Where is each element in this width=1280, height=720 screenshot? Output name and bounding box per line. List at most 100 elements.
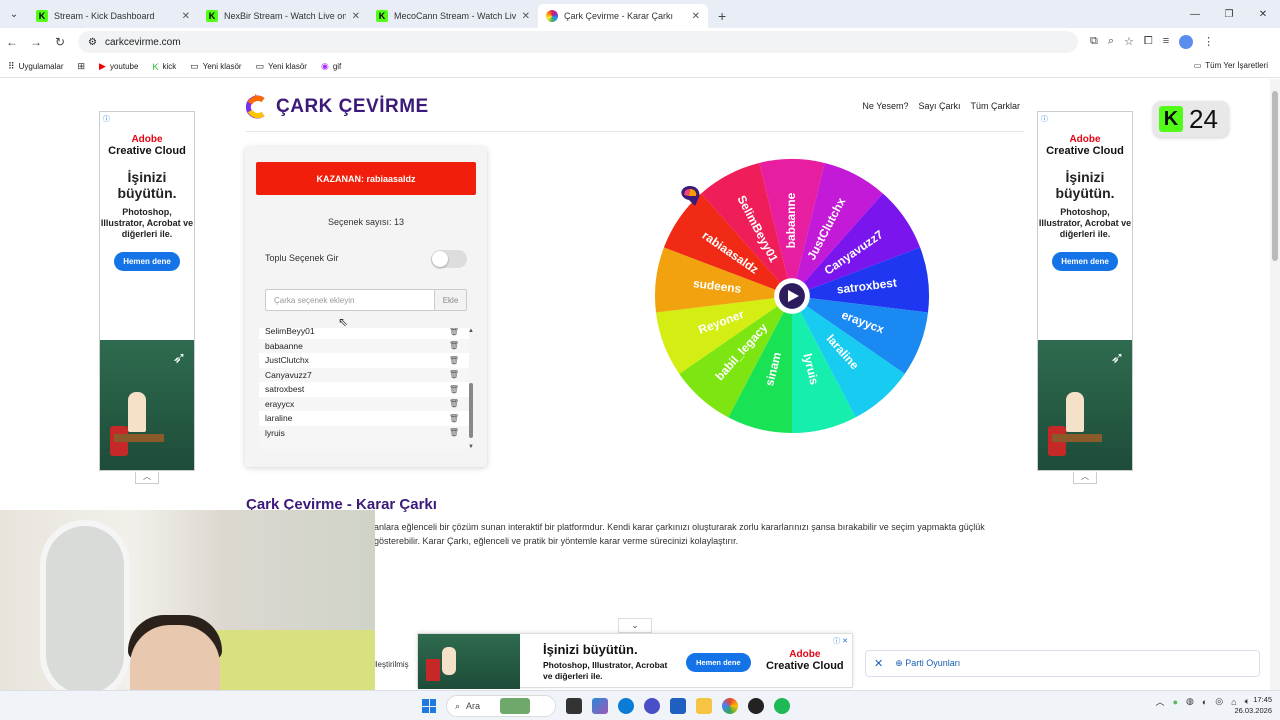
url-field[interactable]: ⚙ carkcevirme.com bbox=[78, 31, 1078, 53]
site-logo[interactable]: ÇARK ÇEVİRME bbox=[246, 94, 429, 120]
add-option-input[interactable] bbox=[265, 289, 435, 311]
nav-ne-yesem[interactable]: Ne Yesem? bbox=[862, 101, 908, 111]
nav-sayi-carki[interactable]: Sayı Çarkı bbox=[918, 101, 960, 111]
sticky-bottom-ad[interactable]: İşinizi büyütün. Photoshop, Illustrator,… bbox=[417, 633, 853, 689]
task-view-icon[interactable] bbox=[566, 698, 582, 714]
new-tab-button[interactable]: + bbox=[718, 8, 726, 24]
widgets-icon[interactable] bbox=[592, 698, 608, 714]
option-row: erayycx 🗑︎ bbox=[259, 397, 469, 412]
tray-app-icon[interactable]: ● bbox=[1173, 697, 1178, 707]
option-label: laraline bbox=[265, 413, 293, 424]
delete-option-icon[interactable]: 🗑︎ bbox=[449, 328, 459, 336]
install-icon[interactable]: ⧉ bbox=[1090, 35, 1098, 49]
bookmark-folder-2[interactable]: ▭ Yeni klasör bbox=[256, 61, 307, 72]
page-scroll-thumb[interactable] bbox=[1272, 91, 1278, 261]
delete-option-icon[interactable]: 🗑︎ bbox=[449, 356, 459, 365]
tray-app-icon[interactable]: ◍ bbox=[1186, 696, 1194, 707]
store-icon[interactable] bbox=[670, 698, 686, 714]
minimize-icon[interactable]: — bbox=[1178, 9, 1212, 20]
tab-kick-dashboard[interactable]: K Stream - Kick Dashboard ✕ bbox=[28, 4, 198, 28]
spotify-icon[interactable] bbox=[774, 698, 790, 714]
option-row: lyruis 🗑︎ bbox=[259, 426, 469, 441]
chrome-icon[interactable] bbox=[722, 698, 738, 714]
wheel-icon bbox=[546, 10, 558, 22]
tab-nexbir[interactable]: K NexBir Stream - Watch Live on ✕ bbox=[198, 4, 368, 28]
tray-app-icon[interactable]: ◐ bbox=[1202, 697, 1207, 707]
right-ad-banner[interactable]: ⓘ Adobe Creative Cloud İşinizi büyütün. … bbox=[1037, 111, 1133, 471]
extensions-icon[interactable]: ⧠ bbox=[1144, 35, 1153, 49]
search-icon: ⌕ bbox=[455, 700, 461, 711]
youtube-icon: ▶ bbox=[99, 61, 106, 71]
forward-icon[interactable]: → bbox=[24, 35, 48, 49]
zoom-icon[interactable]: ⌕ bbox=[1108, 35, 1114, 49]
ad-info-icon[interactable]: ⓘ bbox=[103, 114, 110, 124]
edge-icon[interactable] bbox=[618, 698, 634, 714]
option-list-scrollbar[interactable]: ▲ ▼ bbox=[467, 328, 475, 450]
close-icon[interactable]: ✕ bbox=[182, 11, 190, 22]
chevron-up-icon[interactable]: ︿ bbox=[1156, 695, 1165, 708]
tab-cark-cevirme[interactable]: Çark Çevirme - Karar Çarkı ✕ bbox=[538, 4, 708, 28]
delete-option-icon[interactable]: 🗑︎ bbox=[449, 341, 459, 350]
bookmark-gif[interactable]: ◉ gif bbox=[321, 61, 341, 72]
tab-search-icon[interactable]: ⌄ bbox=[0, 0, 28, 28]
menu-icon[interactable]: ⋮ bbox=[1203, 35, 1214, 49]
table-shape bbox=[1052, 434, 1102, 442]
sticky-ad-toggle[interactable]: ⌄ bbox=[618, 618, 652, 633]
bulk-entry-toggle[interactable] bbox=[431, 250, 467, 268]
collapse-ad-button[interactable]: ︿ bbox=[135, 472, 159, 484]
delete-option-icon[interactable]: 🗑︎ bbox=[449, 370, 459, 379]
site-info-icon[interactable]: ⚙ bbox=[88, 37, 97, 48]
scroll-up-icon[interactable]: ▲ bbox=[467, 328, 475, 334]
delete-option-icon[interactable]: 🗑︎ bbox=[449, 399, 459, 408]
all-bookmarks[interactable]: ▭ Tüm Yer İşaretleri bbox=[1194, 61, 1268, 70]
ad-product: Creative Cloud bbox=[108, 145, 186, 157]
window-close-icon[interactable]: ✕ bbox=[1246, 9, 1280, 20]
address-bar: ← → ↻ ⚙ carkcevirme.com ⧉ ⌕ ☆ ⧠ ≡ ⋮ bbox=[0, 28, 1280, 56]
mouse-cursor-icon: ⇖ bbox=[338, 315, 349, 329]
file-explorer-icon[interactable] bbox=[696, 698, 712, 714]
chair-shape bbox=[426, 659, 440, 681]
delete-option-icon[interactable]: 🗑︎ bbox=[449, 385, 459, 394]
bookmark-apps[interactable]: ⠿ Uygulamalar bbox=[8, 61, 64, 72]
ad-cta-button[interactable]: Hemen dene bbox=[1052, 252, 1118, 271]
obs-icon[interactable] bbox=[748, 698, 764, 714]
taskbar-clock[interactable]: 17:45 26.03.2026 bbox=[1234, 694, 1272, 716]
collapse-ad-button[interactable]: ︿ bbox=[1073, 472, 1097, 484]
app-icon[interactable] bbox=[644, 698, 660, 714]
tray-app-icon[interactable]: ◎ bbox=[1215, 696, 1223, 707]
add-option-button[interactable]: Ekle bbox=[434, 289, 467, 311]
bookmark-kick[interactable]: Kkick bbox=[152, 62, 176, 72]
bookmark-folder-1[interactable]: ▭ Yeni klasör bbox=[190, 61, 241, 72]
back-icon[interactable]: ← bbox=[0, 35, 24, 49]
ad-cta-button[interactable]: Hemen dene bbox=[114, 252, 180, 271]
ad-cta-button[interactable]: Hemen dene bbox=[686, 653, 751, 672]
profile-avatar[interactable] bbox=[1179, 35, 1194, 49]
ad-photo: ➶ bbox=[1038, 340, 1132, 470]
delete-option-icon[interactable]: 🗑︎ bbox=[449, 414, 459, 423]
delete-option-icon[interactable]: 🗑︎ bbox=[449, 428, 459, 437]
browser-toolbar: ⧉ ⌕ ☆ ⧠ ≡ ⋮ bbox=[1090, 35, 1214, 49]
ad-info-icon[interactable]: ⓘ ✕ bbox=[833, 636, 848, 646]
windows-start-icon[interactable] bbox=[422, 699, 436, 713]
close-icon[interactable]: ✕ bbox=[352, 11, 360, 22]
bookmark-youtube[interactable]: ▶ youtube bbox=[99, 61, 138, 72]
taskbar-search[interactable]: ⌕ Ara bbox=[446, 695, 556, 717]
page-scrollbar[interactable] bbox=[1270, 79, 1280, 691]
close-icon[interactable]: ✕ bbox=[692, 11, 700, 22]
scroll-down-icon[interactable]: ▼ bbox=[467, 444, 475, 450]
tab-mecocann[interactable]: K MecoCann Stream - Watch Live ✕ bbox=[368, 4, 538, 28]
left-ad-banner[interactable]: ⓘ Adobe Creative Cloud İşinizi büyütün. … bbox=[99, 111, 195, 471]
reading-list-icon[interactable]: ≡ bbox=[1163, 35, 1169, 49]
bookmark-star-icon[interactable]: ☆ bbox=[1124, 35, 1134, 49]
close-icon[interactable]: ✕ bbox=[522, 11, 530, 22]
maximize-icon[interactable]: ❐ bbox=[1212, 9, 1246, 20]
party-games-link[interactable]: ⊕ Parti Oyunları bbox=[895, 658, 960, 669]
party-games-bar[interactable]: ✕ ⊕ Parti Oyunları bbox=[865, 650, 1260, 677]
close-icon[interactable]: ✕ bbox=[874, 657, 883, 670]
bookmark-tabs[interactable]: ⊞ bbox=[78, 61, 86, 72]
site-nav: Ne Yesem? Sayı Çarkı Tüm Çarklar bbox=[862, 101, 1020, 111]
nav-tum-carklar[interactable]: Tüm Çarklar bbox=[970, 101, 1020, 111]
reload-icon[interactable]: ↻ bbox=[48, 35, 72, 49]
scroll-thumb[interactable] bbox=[469, 383, 473, 438]
ad-info-icon[interactable]: ⓘ bbox=[1041, 114, 1048, 124]
